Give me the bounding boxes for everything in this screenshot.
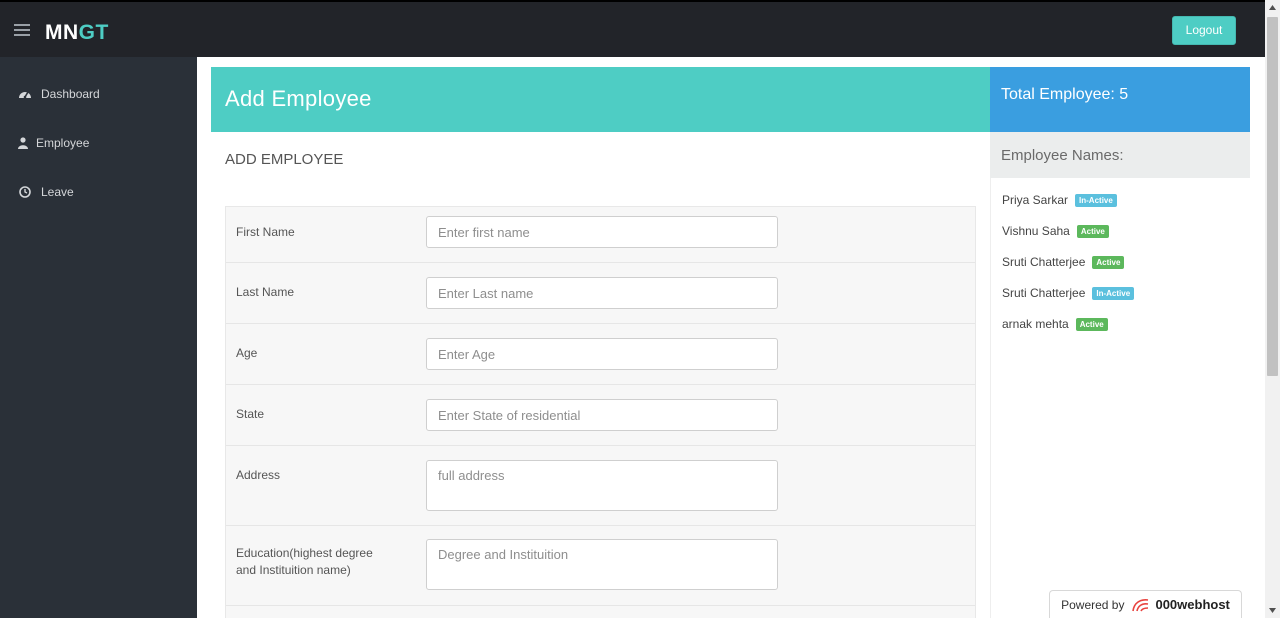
- employee-names-heading: Employee Names:: [990, 132, 1250, 178]
- status-badge: In-Active: [1075, 193, 1117, 207]
- scroll-up-arrow-icon[interactable]: [1265, 0, 1280, 15]
- hamburger-menu-icon[interactable]: [14, 24, 30, 37]
- form-row-age: Age: [226, 324, 975, 385]
- page-scrollbar[interactable]: [1265, 0, 1280, 618]
- status-badge: Active: [1075, 317, 1108, 331]
- webhost-logo-icon: [1131, 597, 1151, 613]
- education-label-line1: Education(highest degree: [236, 546, 373, 560]
- first-name-label: First Name: [236, 225, 295, 239]
- form-row-first-name: First Name: [226, 207, 975, 263]
- form-row-address: Address: [226, 446, 975, 526]
- education-label: Education(highest degree and Instituitio…: [236, 545, 373, 579]
- brand-text-part1: MN: [45, 21, 79, 44]
- education-label-line2: and Instituition name): [236, 563, 351, 577]
- age-label: Age: [236, 346, 258, 360]
- state-input[interactable]: [426, 399, 778, 431]
- total-employee-count: Total Employee: 5: [1001, 86, 1129, 103]
- dashboard-gauge-icon: [18, 87, 32, 101]
- employee-names-list: Priya Sarkar In-Active Vishnu Saha Activ…: [990, 178, 1250, 618]
- sidebar-item-label: Dashboard: [41, 87, 100, 101]
- state-label: State: [236, 407, 265, 421]
- brand-text-part2: GT: [78, 21, 109, 44]
- employee-name: Vishnu Saha: [1002, 224, 1070, 238]
- status-badge: Active: [1092, 255, 1125, 269]
- status-badge: In-Active: [1092, 286, 1135, 300]
- scrollbar-thumb[interactable]: [1267, 17, 1278, 376]
- employee-name: arnak mehta: [1002, 317, 1069, 331]
- form-row-education: Education(highest degree and Instituitio…: [226, 526, 975, 606]
- webhost-name: 000webhost: [1155, 597, 1230, 612]
- list-item: Vishnu Saha Active: [1002, 224, 1109, 238]
- sidebar-item-label: Employee: [36, 136, 90, 150]
- last-name-label: Last Name: [236, 285, 295, 299]
- sidebar-item-leave[interactable]: Leave: [18, 182, 74, 202]
- sidebar-item-employee[interactable]: Employee: [18, 133, 89, 153]
- first-name-input[interactable]: [426, 216, 778, 248]
- form-row-last-name: Last Name: [226, 263, 975, 324]
- status-badge: Active: [1076, 224, 1109, 238]
- employee-names-title: Employee Names:: [1001, 147, 1124, 164]
- add-employee-header: Add Employee: [211, 67, 990, 132]
- sidebar-item-dashboard[interactable]: Dashboard: [18, 84, 100, 104]
- user-icon: [18, 136, 28, 150]
- logout-button[interactable]: Logout: [1172, 16, 1236, 45]
- brand-logo[interactable]: MNGT: [45, 21, 109, 45]
- address-label: Address: [236, 468, 281, 482]
- list-item: Priya Sarkar In-Active: [1002, 193, 1117, 207]
- employee-name: Priya Sarkar: [1002, 193, 1069, 207]
- powered-by-label: Powered by: [1061, 597, 1125, 612]
- add-employee-form: First Name Last Name Age State Address E…: [225, 206, 976, 618]
- last-name-input[interactable]: [426, 277, 778, 309]
- total-employee-header: Total Employee: 5: [990, 67, 1250, 132]
- list-item: Sruti Chatterjee In-Active: [1002, 286, 1135, 300]
- clock-icon: [18, 185, 32, 199]
- address-textarea[interactable]: [426, 460, 778, 511]
- top-navbar: MNGT Logout: [0, 0, 1265, 57]
- age-input[interactable]: [426, 338, 778, 370]
- education-textarea[interactable]: [426, 539, 778, 590]
- form-row-state: State: [226, 385, 975, 446]
- list-item: arnak mehta Active: [1002, 317, 1108, 331]
- sidebar-item-label: Leave: [41, 185, 74, 199]
- form-section-title: ADD EMPLOYEE: [225, 151, 344, 168]
- employee-name: Sruti Chatterjee: [1002, 255, 1086, 269]
- page-title: Add Employee: [225, 86, 372, 111]
- powered-by-badge[interactable]: Powered by 000webhost: [1049, 590, 1242, 618]
- list-item: Sruti Chatterjee Active: [1002, 255, 1125, 269]
- scroll-down-arrow-icon[interactable]: [1265, 603, 1280, 618]
- sidebar: Dashboard Employee Leave: [0, 57, 197, 618]
- employee-name: Sruti Chatterjee: [1002, 286, 1086, 300]
